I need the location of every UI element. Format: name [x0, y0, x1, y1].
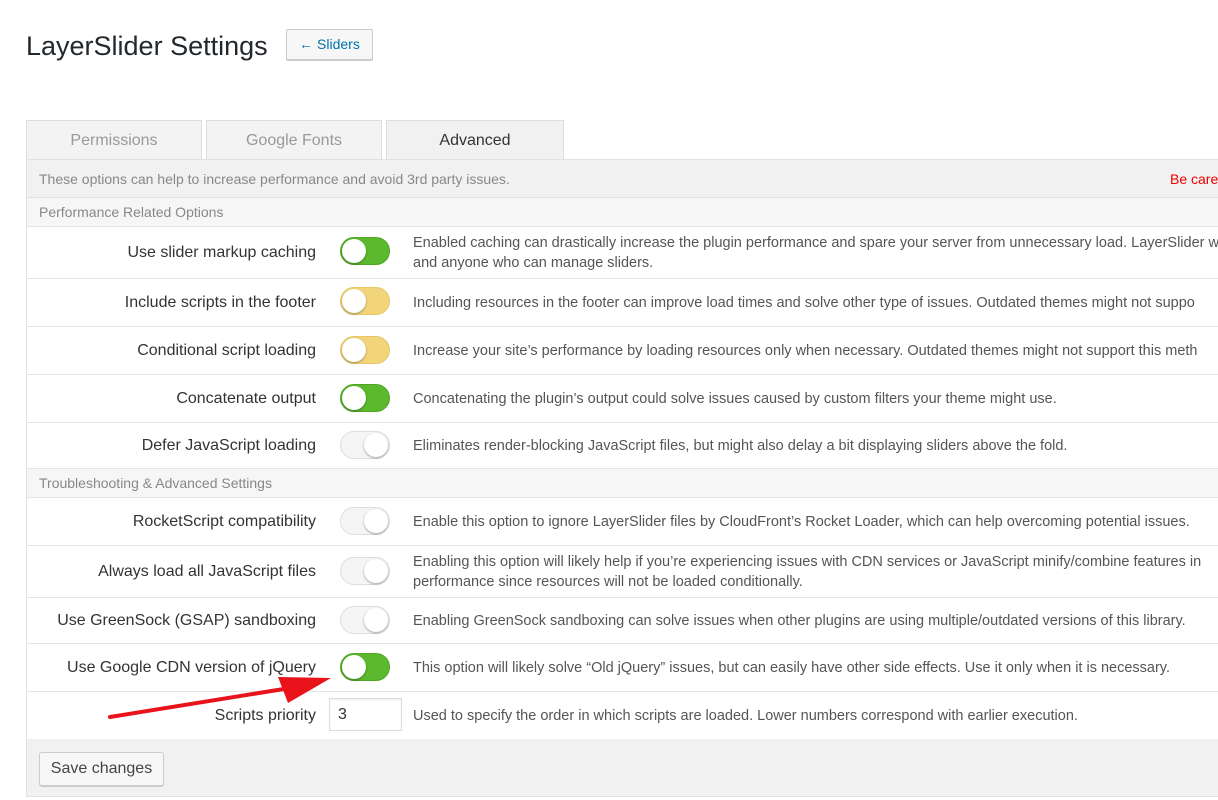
toggle-knob: [364, 509, 388, 533]
toggle-knob: [364, 559, 388, 583]
setting-row: Defer JavaScript loading Eliminates rend…: [27, 423, 1218, 469]
toggle-knob: [364, 608, 388, 632]
setting-row: Concatenate output Concatenating the plu…: [27, 375, 1218, 423]
rocketscript-toggle[interactable]: [340, 507, 390, 535]
toggle-knob: [342, 239, 366, 263]
setting-description: Enabling this option will likely help if…: [413, 546, 1218, 597]
tab-advanced[interactable]: Advanced: [386, 120, 564, 161]
scripts-priority-input[interactable]: [329, 698, 402, 731]
description-line: Enabling this option will likely help if…: [413, 553, 1202, 570]
tab-permissions[interactable]: Permissions: [26, 120, 202, 160]
setting-label: Use Google CDN version of jQuery: [67, 658, 316, 676]
setting-row: RocketScript compatibility Enable this o…: [27, 498, 1218, 546]
setting-label: Conditional script loading: [137, 341, 316, 359]
defer-javascript-toggle[interactable]: [340, 431, 390, 459]
setting-row: Use slider markup caching Enabled cachin…: [27, 227, 1218, 279]
setting-row: Use Google CDN version of jQuery This op…: [27, 644, 1218, 692]
setting-label: Use GreenSock (GSAP) sandboxing: [57, 611, 316, 629]
setting-label: Always load all JavaScript files: [98, 562, 316, 580]
toggle-knob: [342, 655, 366, 679]
notice-text: These options can help to increase perfo…: [39, 171, 510, 187]
toggle-knob: [342, 289, 366, 313]
setting-row: Conditional script loading Increase your…: [27, 327, 1218, 375]
setting-label: Include scripts in the footer: [124, 293, 316, 311]
conditional-loading-toggle[interactable]: [340, 336, 390, 364]
description-line: Enabled caching can drastically increase…: [413, 234, 1218, 251]
setting-description: Enabling GreenSock sandboxing can solve …: [413, 612, 1186, 629]
load-all-js-toggle[interactable]: [340, 557, 390, 585]
setting-row: Use GreenSock (GSAP) sandboxing Enabling…: [27, 598, 1218, 644]
concatenate-output-toggle[interactable]: [340, 384, 390, 412]
setting-description: Eliminates render-blocking JavaScript fi…: [413, 437, 1068, 454]
setting-row: Scripts priority Used to specify the ord…: [27, 692, 1218, 739]
markup-caching-toggle[interactable]: [340, 237, 390, 265]
setting-description: Including resources in the footer can im…: [413, 294, 1195, 311]
advanced-settings-panel: These options can help to increase perfo…: [26, 159, 1218, 797]
setting-row: Always load all JavaScript files Enablin…: [27, 546, 1218, 598]
notice-bar: These options can help to increase perfo…: [27, 160, 1218, 198]
page-title: LayerSlider Settings: [26, 31, 268, 61]
form-footer: Save changes: [27, 739, 1218, 796]
save-changes-button[interactable]: Save changes: [39, 752, 164, 786]
setting-description: Enable this option to ignore LayerSlider…: [413, 513, 1190, 530]
setting-row: Include scripts in the footer Including …: [27, 279, 1218, 327]
notice-warning: Be care: [1170, 171, 1218, 187]
setting-label: Concatenate output: [176, 389, 316, 407]
toggle-knob: [364, 433, 388, 457]
section-header-performance: Performance Related Options: [27, 198, 1218, 227]
setting-description: Increase your site’s performance by load…: [413, 342, 1198, 359]
setting-description: This option will likely solve “Old jQuer…: [413, 659, 1171, 676]
setting-description: Used to specify the order in which scrip…: [413, 707, 1078, 724]
setting-description: Enabled caching can drastically increase…: [413, 227, 1218, 278]
toggle-knob: [342, 386, 366, 410]
setting-label: Use slider markup caching: [127, 243, 316, 261]
setting-label: RocketScript compatibility: [132, 512, 316, 530]
setting-label: Defer JavaScript loading: [141, 436, 316, 454]
section-header-troubleshooting: Troubleshooting & Advanced Settings: [27, 469, 1218, 498]
google-cdn-jquery-toggle[interactable]: [340, 653, 390, 681]
tab-google-fonts[interactable]: Google Fonts: [206, 120, 382, 160]
description-line: performance since resources will not be …: [413, 573, 803, 590]
back-to-sliders-button[interactable]: ← Sliders: [286, 29, 373, 60]
setting-label: Scripts priority: [214, 706, 316, 724]
setting-description: Concatenating the plugin’s output could …: [413, 390, 1057, 407]
toggle-knob: [342, 338, 366, 362]
description-line: and anyone who can manage sliders.: [413, 254, 654, 271]
scripts-in-footer-toggle[interactable]: [340, 287, 390, 315]
gsap-sandboxing-toggle[interactable]: [340, 606, 390, 634]
